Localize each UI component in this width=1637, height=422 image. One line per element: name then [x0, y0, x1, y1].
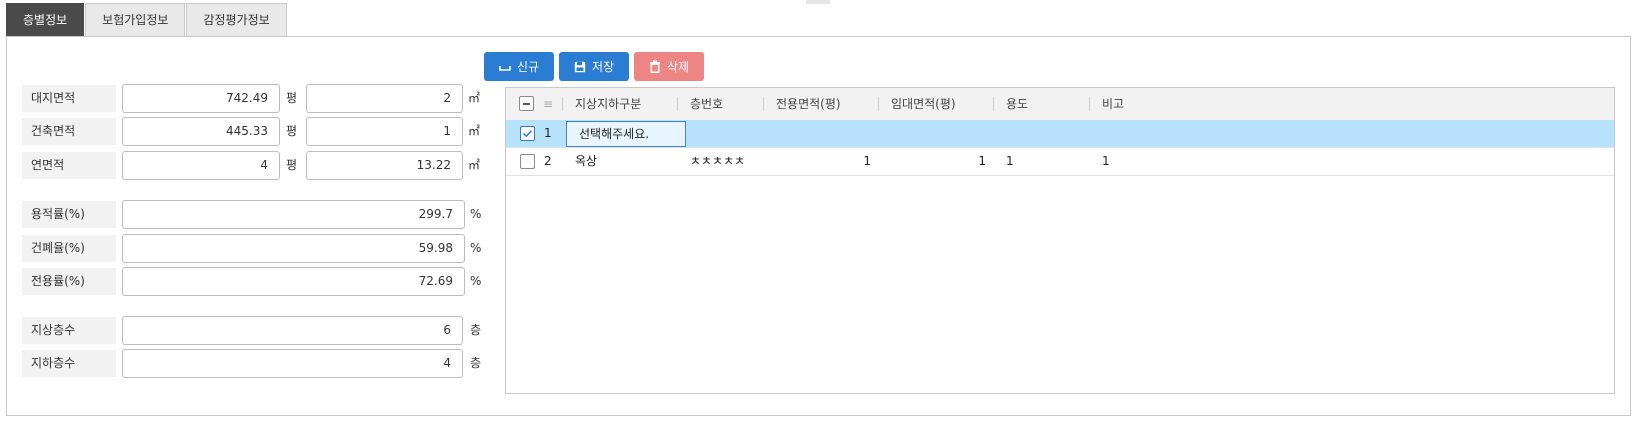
trash-icon: [649, 60, 660, 73]
tab-bar: 층별정보 보험가입정보 감정평가정보: [6, 3, 288, 37]
exclusive-area-cell[interactable]: 1: [763, 148, 871, 175]
header-exclusive-area[interactable]: 전용면적(평): [776, 88, 841, 120]
above-ground-floors-input[interactable]: 6: [122, 316, 463, 345]
total-floor-area-label: 연면적: [22, 152, 116, 179]
floor-area-ratio-input[interactable]: 299.7: [122, 200, 465, 229]
header-floor-number[interactable]: 층번호: [690, 88, 723, 120]
ground-type-cell[interactable]: 옥상: [575, 148, 597, 175]
land-area-m2-input[interactable]: 2: [306, 84, 463, 113]
row-number: 2: [544, 154, 552, 168]
exclusive-ratio-unit: %: [470, 274, 482, 288]
land-area-pyeong-unit: 평: [286, 91, 298, 105]
rental-area-cell[interactable]: 1: [878, 148, 986, 175]
total-floor-area-pyeong-unit: 평: [286, 158, 298, 172]
underground-floors-label: 지하층수: [22, 350, 116, 377]
save-button[interactable]: 저장: [559, 52, 629, 81]
total-floor-area-m2-unit: ㎡: [468, 158, 481, 172]
building-area-pyeong-input[interactable]: 445.33: [122, 117, 280, 146]
row-number: 1: [544, 126, 552, 140]
floor-area-ratio-unit: %: [470, 207, 482, 221]
above-ground-floors-label: 지상층수: [22, 317, 116, 344]
above-ground-floors-unit: 층: [470, 323, 482, 337]
row-checkbox[interactable]: [520, 126, 535, 141]
underground-floors-input[interactable]: 4: [122, 349, 463, 378]
total-floor-area-m2-input[interactable]: 13.22: [306, 151, 463, 180]
header-rental-area[interactable]: 임대면적(평): [891, 88, 956, 120]
underground-floors-unit: 층: [470, 356, 482, 370]
select-all-checkbox[interactable]: [519, 96, 534, 111]
table-row[interactable]: 1 선택해주세요.: [506, 120, 1614, 148]
floor-number-cell[interactable]: ㅊㅊㅊㅊㅊ: [690, 148, 745, 175]
tab-insurance-info[interactable]: 보험가입정보: [85, 3, 186, 36]
new-row-icon: [499, 65, 511, 71]
table-row[interactable]: 2 옥상 ㅊㅊㅊㅊㅊ 1 1 1 1: [506, 148, 1614, 176]
land-area-label: 대지면적: [22, 85, 116, 112]
top-marker: [806, 0, 830, 4]
delete-button-label: 삭제: [666, 60, 690, 74]
tab-floor-info[interactable]: 층별정보: [6, 3, 85, 36]
building-coverage-input[interactable]: 59.98: [122, 234, 465, 263]
header-note[interactable]: 비고: [1102, 88, 1124, 120]
note-cell[interactable]: 1: [1102, 148, 1110, 175]
row-number-header-icon: ≡: [543, 97, 554, 111]
building-area-m2-unit: ㎡: [468, 124, 481, 138]
building-area-pyeong-unit: 평: [286, 124, 298, 138]
save-button-label: 저장: [591, 60, 615, 74]
usage-cell[interactable]: 1: [1006, 148, 1014, 175]
grid-header: ≡ 지상지하구분 층번호 전용면적(평) 임대면적(평) 용도 비고: [506, 88, 1614, 121]
floppy-disk-icon: [574, 61, 586, 72]
floor-grid: ≡ 지상지하구분 층번호 전용면적(평) 임대면적(평) 용도 비고 1 선택해…: [505, 87, 1615, 394]
building-area-m2-input[interactable]: 1: [306, 117, 463, 146]
new-button-label: 신규: [516, 60, 540, 74]
header-ground-type[interactable]: 지상지하구분: [575, 88, 641, 120]
check-icon: [522, 130, 533, 138]
delete-button[interactable]: 삭제: [634, 52, 704, 81]
building-coverage-unit: %: [470, 241, 482, 255]
tab-appraisal-info[interactable]: 감정평가정보: [186, 3, 287, 36]
building-area-label: 건축면적: [22, 118, 116, 145]
total-floor-area-pyeong-input[interactable]: 4: [122, 151, 280, 180]
land-area-m2-unit: ㎡: [468, 91, 481, 105]
exclusive-ratio-input[interactable]: 72.69: [122, 267, 465, 296]
header-usage[interactable]: 용도: [1006, 88, 1028, 120]
exclusive-ratio-label: 전용률(%): [22, 268, 116, 295]
new-button[interactable]: 신규: [484, 52, 554, 81]
row-checkbox[interactable]: [520, 154, 535, 169]
building-coverage-label: 건폐율(%): [22, 235, 116, 262]
floor-area-ratio-label: 용적률(%): [22, 201, 116, 228]
ground-type-select[interactable]: 선택해주세요.: [566, 121, 686, 147]
land-area-pyeong-input[interactable]: 742.49: [122, 84, 280, 113]
